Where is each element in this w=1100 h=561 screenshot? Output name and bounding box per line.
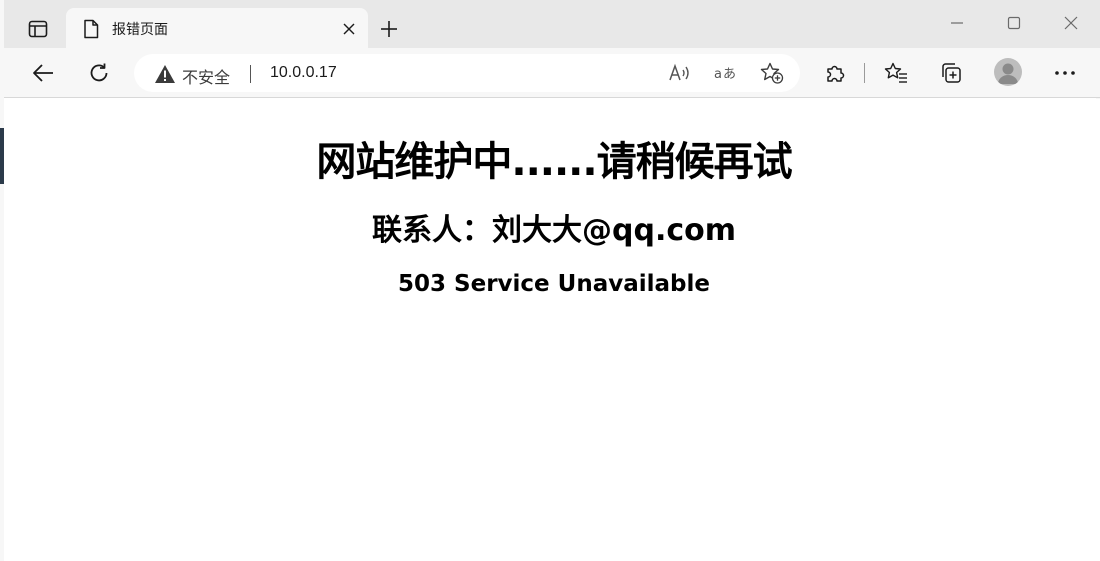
tab-active[interactable]: 报错页面: [66, 8, 368, 48]
tab-actions-icon: [28, 20, 48, 38]
extensions-button[interactable]: [820, 59, 850, 87]
favorites-icon: [884, 62, 907, 83]
close-icon: [1064, 16, 1078, 30]
svg-text:a: a: [714, 67, 722, 82]
plus-icon: [381, 21, 397, 37]
back-button[interactable]: [28, 59, 58, 87]
more-icon: [1055, 71, 1075, 75]
refresh-button[interactable]: [84, 59, 114, 87]
star-add-icon: [760, 62, 784, 84]
maximize-button[interactable]: [999, 10, 1029, 36]
minimize-button[interactable]: [942, 10, 972, 36]
add-favorite-button[interactable]: [758, 60, 786, 86]
address-bar[interactable]: 不安全 10.0.0.17 a あ: [134, 54, 800, 92]
read-aloud-icon: [669, 63, 689, 81]
warning-icon[interactable]: [154, 64, 176, 84]
close-icon: [343, 23, 355, 35]
address-separator: [250, 65, 251, 83]
tab-actions-button[interactable]: [24, 16, 52, 42]
tab-title: 报错页面: [112, 22, 168, 38]
translate-button[interactable]: a あ: [712, 60, 740, 86]
background-window-edge: [0, 128, 4, 184]
minimize-icon: [951, 22, 963, 24]
refresh-icon: [90, 63, 108, 82]
maximize-icon: [1007, 16, 1021, 30]
profile-avatar[interactable]: [994, 58, 1022, 86]
puzzle-icon: [827, 65, 845, 82]
svg-text:あ: あ: [723, 67, 736, 82]
more-button[interactable]: [1050, 59, 1080, 87]
favorites-button[interactable]: [881, 59, 911, 87]
close-window-button[interactable]: [1056, 10, 1086, 36]
browser-window: 报错页面 不安全 10.0.0.17 a あ 网站维护中......请稍候再试 …: [0, 0, 1100, 561]
translate-icon: a あ: [714, 67, 736, 82]
security-status-label[interactable]: 不安全: [182, 64, 230, 88]
collections-button[interactable]: [936, 59, 966, 87]
browser-toolbar: 不安全 10.0.0.17 a あ: [4, 48, 1100, 98]
read-aloud-button[interactable]: [666, 60, 694, 86]
status-message: 503 Service Unavailable: [398, 271, 710, 297]
maintenance-heading: 网站维护中......请稍候再试: [316, 139, 792, 185]
new-tab-button[interactable]: [376, 16, 402, 42]
page-icon: [84, 19, 99, 39]
collections-icon: [942, 63, 961, 83]
arrow-left-icon: [33, 64, 53, 82]
page-content: 网站维护中......请稍候再试 联系人：刘大大@qq.com 503 Serv…: [8, 99, 1100, 561]
tab-close-button[interactable]: [338, 18, 360, 40]
url-text[interactable]: 10.0.0.17: [270, 64, 337, 82]
user-icon: [998, 63, 1018, 84]
contact-line: 联系人：刘大大@qq.com: [372, 213, 736, 248]
tab-strip: 报错页面: [4, 0, 1100, 48]
toolbar-separator: [864, 63, 865, 83]
